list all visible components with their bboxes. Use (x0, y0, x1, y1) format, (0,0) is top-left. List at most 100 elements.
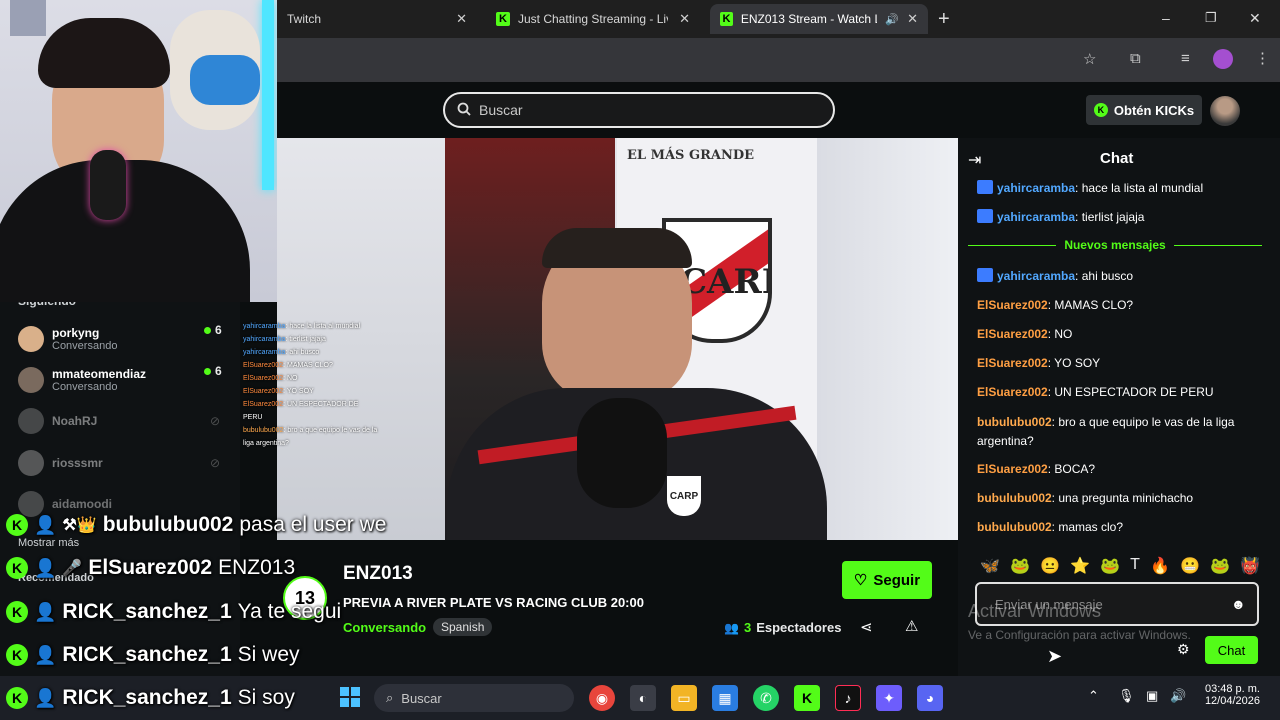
video-player[interactable]: EL MÁS GRANDE CARP CARP (277, 138, 958, 540)
poster-thumb (10, 0, 46, 36)
mouse-cursor-icon: ➤ (1047, 646, 1063, 666)
emote-icon[interactable]: 🔥 (1150, 556, 1170, 578)
share-icon[interactable]: ⋖ (860, 618, 873, 636)
emote-icon[interactable]: 👹 (1240, 556, 1260, 578)
broadcaster-badge-icon (977, 180, 993, 194)
offline-icon: ⊘ (210, 456, 221, 470)
get-kicks-button[interactable]: K Obtén KICKs (1086, 95, 1202, 125)
new-tab-button[interactable]: + (938, 8, 950, 31)
chat-message: bubulubu002: una pregunta minichacho (977, 491, 1194, 505)
overlay-chat-line: K 👤 ⚒👑 bubulubu002 pasa el user we (6, 509, 386, 541)
tab-twitch[interactable]: Twitch ✕ (277, 4, 477, 34)
emote-icon[interactable]: ⭐ (1070, 556, 1090, 578)
activate-windows-subtitle: Ve a Configuración para activar Windows. (968, 628, 1191, 642)
sidebar-item-riosssmr[interactable]: riosssmr ⊘ (18, 447, 220, 479)
emote-icon[interactable]: 😬 (1180, 556, 1200, 578)
sidebar-item-porkyng[interactable]: porkyng Conversando 6 (18, 323, 222, 355)
channel-category: Conversando (52, 340, 118, 352)
get-kicks-label: Obtén KICKs (1113, 102, 1195, 118)
clock[interactable]: 03:48 p. m. 12/04/2026 (1200, 683, 1260, 707)
chat-message: ElSuarez002: NO (977, 327, 1073, 341)
channel-name: NoahRJ (52, 414, 98, 428)
close-tab-icon[interactable]: ✕ (907, 11, 918, 27)
emote-icon[interactable]: 🦋 (980, 556, 1000, 578)
emoji-picker-icon[interactable]: ☻ (1231, 596, 1246, 612)
obs-icon[interactable]: ◐ (630, 685, 656, 711)
send-chat-button[interactable]: Chat (1205, 636, 1258, 664)
sidebar-item-noahrj[interactable]: NoahRJ ⊘ (18, 405, 220, 437)
chat-settings-gear-icon[interactable]: ⚙ (1177, 641, 1190, 658)
sidebar-item-mmateomendiaz[interactable]: mmateomendiaz Conversando 6 (18, 364, 222, 396)
tiktok-icon[interactable]: ♪ (835, 685, 861, 711)
kick-favicon-icon: K (720, 12, 733, 26)
stream-category[interactable]: Conversando (343, 620, 426, 635)
kick-logo-icon: K (6, 557, 28, 579)
live-dot-icon (204, 367, 211, 375)
minimize-button[interactable]: – (1162, 10, 1170, 26)
viewer-count: 6 (215, 364, 222, 378)
close-tab-icon[interactable]: ✕ (456, 11, 467, 27)
microphone-icon[interactable]: 🎙 (1118, 688, 1135, 704)
live-dot-icon (204, 326, 211, 334)
speaker-icon[interactable]: 🔊 (885, 13, 899, 26)
avatar (18, 450, 44, 476)
chat-message: ElSuarez002: BOCA? (977, 462, 1096, 476)
tab-enz013[interactable]: K ENZ013 Stream - Watch Liv 🔊 ✕ (710, 4, 928, 34)
banner-text: EL MÁS GRANDE (627, 148, 755, 163)
jersey-crest: CARP (667, 476, 701, 516)
channel-name: mmateomendiaz (52, 367, 147, 381)
stream-title: PREVIA A RIVER PLATE VS RACING CLUB 20:0… (343, 595, 644, 610)
viewers-icon: 👥 (724, 620, 739, 635)
whatsapp-icon[interactable]: ✆ (753, 685, 779, 711)
bookmark-star-icon[interactable]: ☆ (1083, 50, 1096, 68)
emote-icon[interactable]: 🐸 (1210, 556, 1230, 578)
discord-icon[interactable]: ◕ (917, 685, 943, 711)
app-icon[interactable]: ✦ (876, 685, 902, 711)
close-tab-icon[interactable]: ✕ (679, 11, 690, 27)
user-avatar[interactable] (1210, 96, 1240, 126)
channel-name: riosssmr (52, 456, 103, 470)
channel-name[interactable]: ENZ013 (343, 563, 413, 585)
collapse-chat-icon[interactable]: ⇥ (968, 150, 981, 170)
chat-message: yahircaramba: tierlist jajaja (977, 208, 1262, 227)
chrome-icon[interactable]: ◉ (589, 685, 615, 711)
search-input[interactable]: Buscar (443, 92, 835, 128)
follow-label: Seguir (873, 571, 921, 589)
close-window-button[interactable]: ✕ (1249, 10, 1261, 27)
chat-message: bubulubu002: mamas clo? (977, 520, 1124, 534)
network-icon[interactable]: ▣ (1146, 688, 1158, 704)
file-explorer-icon[interactable]: ▭ (671, 685, 697, 711)
chevron-up-icon[interactable]: ⌃ (1088, 688, 1099, 704)
profile-icon[interactable] (1213, 49, 1233, 69)
taskbar-search-input[interactable]: ⌕ Buscar (374, 684, 574, 712)
kick-coin-icon: K (1093, 103, 1108, 117)
emote-icon[interactable]: 🐸 (1100, 556, 1120, 578)
streamer-hair (542, 228, 692, 268)
wall-right (817, 138, 958, 540)
clock-date: 12/04/2026 (1204, 695, 1260, 707)
windows-start-icon[interactable] (340, 687, 360, 707)
search-placeholder: Buscar (479, 102, 523, 118)
menu-dots-icon[interactable]: ⋮ (1255, 49, 1270, 67)
user-icon: 👤 (34, 557, 57, 578)
mic-icon: 🎤 (62, 560, 83, 577)
plush-shirt (190, 55, 260, 105)
store-icon[interactable]: ▦ (712, 685, 738, 711)
extensions-icon[interactable]: ⧉ (1130, 50, 1141, 67)
tab-just-chatting[interactable]: K Just Chatting Streaming - Live S ✕ (486, 4, 700, 34)
follow-button[interactable]: ♡ Seguir (842, 561, 932, 599)
emote-icon[interactable]: 😐 (1040, 556, 1060, 578)
avatar (18, 326, 44, 352)
language-tag[interactable]: Spanish (433, 618, 493, 636)
emote-icon[interactable]: T (1130, 556, 1140, 578)
emote-icon[interactable]: 🐸 (1010, 556, 1030, 578)
user-icon: 👤 (34, 644, 57, 665)
media-control-icon[interactable]: ≡ (1181, 50, 1190, 67)
report-icon[interactable]: ⚠ (905, 617, 918, 635)
kick-logo-icon: K (6, 687, 28, 709)
maximize-button[interactable]: ❐ (1205, 10, 1217, 26)
volume-icon[interactable]: 🔊 (1170, 688, 1186, 704)
viewers-label: Espectadores (756, 620, 842, 635)
kick-app-icon[interactable]: K (794, 685, 820, 711)
search-icon (457, 102, 471, 119)
